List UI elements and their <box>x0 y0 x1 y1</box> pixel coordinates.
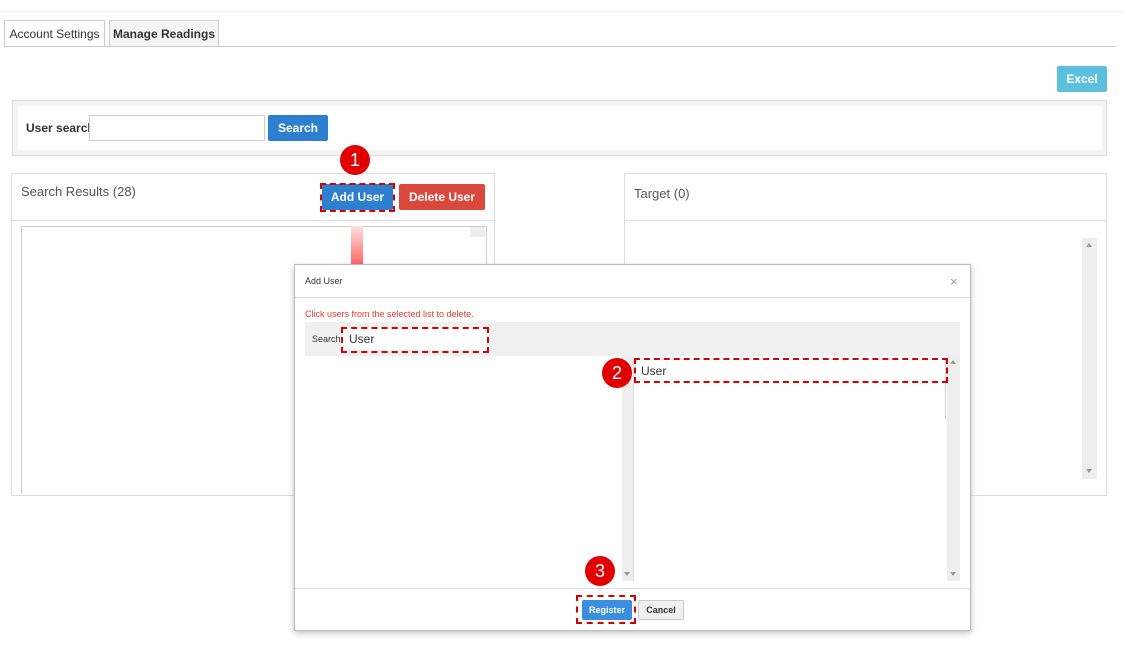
scroll-up-icon <box>1086 243 1092 247</box>
dialog-footer-divider <box>295 588 970 589</box>
user-search-label: User search <box>26 121 95 135</box>
results-scrollbar[interactable] <box>470 227 485 237</box>
highlight-register <box>576 595 636 624</box>
add-user-dialog: Add User × Click users from the selected… <box>294 264 971 631</box>
dialog-search-label: Search <box>312 334 341 344</box>
panel-divider <box>625 220 1106 221</box>
excel-button[interactable]: Excel <box>1057 66 1107 92</box>
target-title: Target (0) <box>634 186 690 201</box>
target-scrollbar[interactable] <box>1082 238 1097 479</box>
step-badge-1: 1 <box>340 145 370 175</box>
dialog-header-divider <box>295 297 970 298</box>
panel-divider <box>12 220 494 221</box>
search-results-title: Search Results (28) <box>21 184 136 199</box>
highlight-add-user <box>320 183 395 212</box>
tab-account-settings[interactable]: Account Settings <box>4 20 105 47</box>
tabs-underline <box>4 46 1116 47</box>
user-search-input[interactable] <box>89 115 265 141</box>
dialog-title: Add User <box>305 276 343 286</box>
top-divider <box>0 11 1124 12</box>
dialog-right-scrollbar[interactable] <box>947 356 960 581</box>
delete-user-button[interactable]: Delete User <box>399 184 485 210</box>
tab-label: Manage Readings <box>112 27 216 41</box>
step-badge-3: 3 <box>585 556 615 586</box>
tab-label: Account Settings <box>9 27 100 41</box>
close-icon[interactable]: × <box>950 275 958 289</box>
tab-manage-readings[interactable]: Manage Readings <box>109 20 219 47</box>
scroll-down-icon <box>624 572 630 576</box>
cancel-button[interactable]: Cancel <box>638 600 684 620</box>
highlight-search <box>341 327 489 353</box>
dialog-left-scrollbar[interactable] <box>622 356 633 581</box>
dialog-instruction: Click users from the selected list to de… <box>305 309 474 319</box>
dialog-results-list[interactable] <box>305 356 633 581</box>
scroll-down-icon <box>950 572 956 576</box>
scroll-up-icon <box>950 360 956 364</box>
highlight-selected-item <box>634 358 948 383</box>
search-button[interactable]: Search <box>268 115 328 141</box>
scroll-down-icon <box>1086 469 1092 473</box>
step-badge-2: 2 <box>602 358 632 388</box>
